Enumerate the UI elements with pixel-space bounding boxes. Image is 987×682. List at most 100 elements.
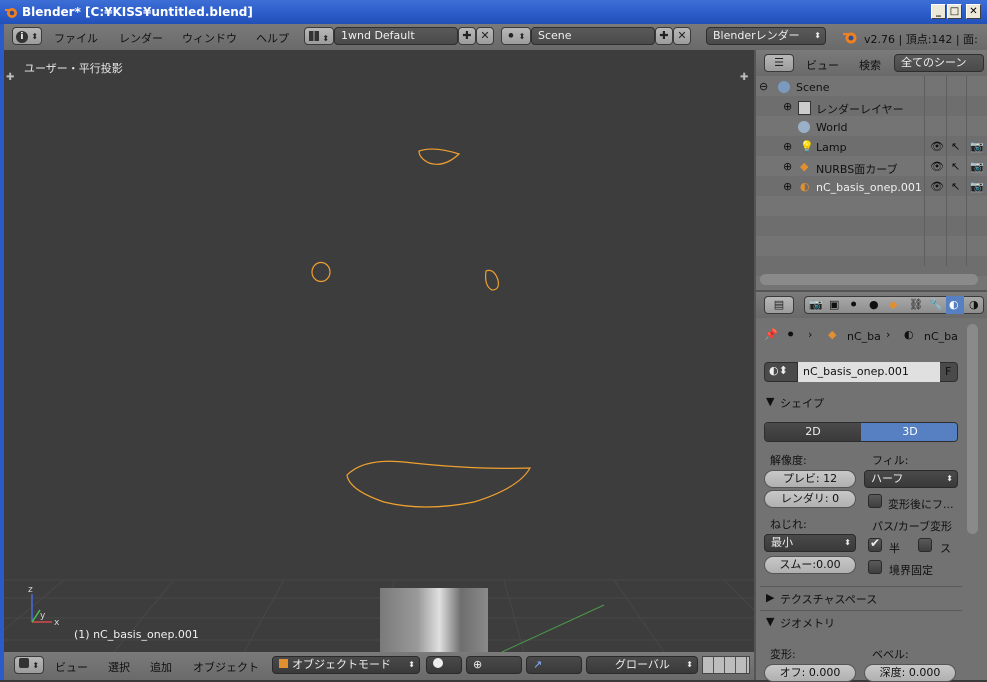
scene-name-field[interactable]: Scene xyxy=(531,27,655,45)
curve-left-eye[interactable] xyxy=(311,261,331,283)
scene-remove-button[interactable]: ✕ xyxy=(673,27,691,45)
twist-mode-select[interactable]: 最小 ⬍ xyxy=(764,534,856,552)
scene-browse-button[interactable]: ⚫ ⬍ xyxy=(501,27,531,45)
editor-type-button[interactable]: i ⬍ xyxy=(12,27,42,45)
3d-viewport[interactable]: z y x ✚ ✚ ユーザー・平行投影 (1) nC_basis_onep.00… xyxy=(4,50,754,652)
render-camera-icon[interactable]: 📷 xyxy=(970,140,984,153)
material-tab-icon[interactable]: ◑ xyxy=(969,298,979,311)
outliner-item-active-curve[interactable]: ⊕ ◐ nC_basis_onep.001 👁 ↖ 📷 xyxy=(756,178,987,198)
render-camera-icon[interactable]: 📷 xyxy=(970,180,984,193)
tab-3d[interactable]: 3D xyxy=(861,423,957,441)
properties-vertical-scrollbar[interactable] xyxy=(967,324,978,534)
minimize-button[interactable]: _ xyxy=(931,4,946,19)
smooth-field[interactable]: スムー:0.00 xyxy=(764,556,856,574)
expand-icon[interactable]: ⊕ xyxy=(783,140,792,153)
editor-type-button[interactable]: ☰ xyxy=(764,54,794,72)
selectable-cursor-icon[interactable]: ↖ xyxy=(951,180,960,193)
menu-view[interactable]: ビュー xyxy=(806,57,839,73)
fill-deform-checkbox[interactable] xyxy=(868,494,882,508)
layout-name-field[interactable]: 1wnd Default xyxy=(334,27,458,45)
object-tab-icon[interactable]: ◆ xyxy=(889,298,897,311)
outliner-item-scene[interactable]: ⊖ Scene xyxy=(756,78,987,98)
texture-space-panel-header[interactable]: ▶ テクスチャスペース xyxy=(760,588,960,610)
modifiers-tab-icon[interactable]: 🔧 xyxy=(929,298,943,311)
scene-add-button[interactable]: ✚ xyxy=(655,27,673,45)
visibility-eye-icon[interactable]: 👁 xyxy=(930,140,944,153)
fill-mode-select[interactable]: ハーフ ⬍ xyxy=(864,470,958,488)
menu-object[interactable]: オブジェクト xyxy=(193,659,259,675)
bounds-clamp-label: 境界固定 xyxy=(889,564,933,577)
layout-remove-button[interactable]: ✕ xyxy=(476,27,494,45)
manipulator-toggles[interactable]: ↗ xyxy=(526,656,582,674)
menu-help[interactable]: ヘルプ xyxy=(256,30,289,46)
dimensions-toggle[interactable]: 2D 3D xyxy=(764,422,958,442)
properties-editor[interactable]: ▤ 📷 ▣ ⚫ ● ◆ ⛓ 🔧 ◐ ◑ 📌 ⚫ › ◆ nC_ba › ◐ nC… xyxy=(756,292,987,682)
datablock-name[interactable]: nC_basis_onep.001 xyxy=(803,365,909,378)
layout-browse-button[interactable]: ⬍ xyxy=(304,27,334,45)
datablock-selector[interactable]: ◐⬍ nC_basis_onep.001 F xyxy=(764,362,958,382)
outliner-item-lamp[interactable]: ⊕ 💡 Lamp 👁 ↖ 📷 xyxy=(756,138,987,158)
menu-search[interactable]: 検索 xyxy=(859,57,881,73)
close-button[interactable]: ✕ xyxy=(966,4,981,19)
render-camera-icon[interactable]: 📷 xyxy=(970,160,984,173)
maximize-button[interactable]: □ xyxy=(947,4,962,19)
menu-file[interactable]: ファイル xyxy=(54,30,98,46)
render-resolution-field[interactable]: レンダリ: 0 xyxy=(764,490,856,508)
cylinder-mesh[interactable] xyxy=(380,588,488,652)
transform-orientation-select[interactable]: グローバル ⬍ xyxy=(586,656,698,674)
stretch-checkbox[interactable] xyxy=(918,538,932,552)
radius-checkbox[interactable]: ✔ xyxy=(868,536,882,552)
offset-field[interactable]: オフ: 0.000 xyxy=(764,664,856,682)
curve-eyebrow[interactable] xyxy=(418,148,461,165)
outliner-item-world[interactable]: World xyxy=(756,118,987,138)
visibility-eye-icon[interactable]: 👁 xyxy=(930,180,944,193)
toolshelf-toggle-icon[interactable]: ✚ xyxy=(6,72,14,83)
geometry-panel-header[interactable]: ▼ ジオメトリ xyxy=(760,612,960,634)
outliner-item-nurbs[interactable]: ⊕ ◆ NURBS面カーブ 👁 ↖ 📷 xyxy=(756,158,987,178)
render-tab-icon[interactable]: 📷 xyxy=(809,298,823,311)
grid-floor xyxy=(4,579,754,652)
world-tab-icon[interactable]: ● xyxy=(869,298,879,311)
menu-window[interactable]: ウィンドウ xyxy=(182,30,237,46)
bevel-depth-field[interactable]: 深度: 0.000 xyxy=(864,664,956,682)
fill-deform-label: 変形後にフ... xyxy=(888,498,954,511)
bounds-clamp-checkbox[interactable] xyxy=(868,560,882,574)
selectable-cursor-icon[interactable]: ↖ xyxy=(951,160,960,173)
layout-add-button[interactable]: ✚ xyxy=(458,27,476,45)
shading-select[interactable] xyxy=(426,656,462,674)
outliner-horizontal-scrollbar[interactable] xyxy=(760,274,978,285)
constraints-tab-icon[interactable]: ⛓ xyxy=(909,298,923,311)
scene-tab-icon[interactable]: ⚫ xyxy=(849,298,858,311)
fake-user-button[interactable]: F xyxy=(945,365,951,378)
expand-icon[interactable]: ⊕ xyxy=(783,160,792,173)
render-engine-select[interactable]: Blenderレンダー ⬍ xyxy=(706,27,826,45)
shape-panel-header[interactable]: ▼ シェイプ xyxy=(760,392,960,414)
editor-type-button[interactable]: ⬍ xyxy=(14,656,44,674)
menu-view[interactable]: ビュー xyxy=(55,659,88,675)
outliner[interactable]: ☰ ビュー 検索 全てのシーン ⊖ Scene ⊕ レンダーレイヤー World… xyxy=(756,50,987,290)
outliner-item-renderlayers[interactable]: ⊕ レンダーレイヤー xyxy=(756,98,987,118)
curve-mouth[interactable] xyxy=(346,460,532,508)
expand-icon[interactable]: ⊕ xyxy=(783,100,792,113)
mode-select[interactable]: オブジェクトモード ⬍ xyxy=(272,656,420,674)
collapse-icon[interactable]: ⊖ xyxy=(759,80,768,93)
curve-data-tab-icon[interactable]: ◐ xyxy=(949,298,959,311)
selectable-cursor-icon[interactable]: ↖ xyxy=(951,140,960,153)
menu-add[interactable]: 追加 xyxy=(150,659,172,675)
visibility-eye-icon[interactable]: 👁 xyxy=(930,160,944,173)
preview-resolution-field[interactable]: プレビ: 12 xyxy=(764,470,856,488)
layers-tab-icon[interactable]: ▣ xyxy=(829,298,839,311)
curve-right-eye[interactable] xyxy=(485,269,499,291)
menu-render[interactable]: レンダー xyxy=(119,30,163,46)
pin-icon[interactable]: 📌 xyxy=(764,328,778,341)
menu-select[interactable]: 選択 xyxy=(108,659,130,675)
layer-buttons[interactable] xyxy=(702,656,750,674)
properties-toggle-icon[interactable]: ✚ xyxy=(740,72,748,83)
tab-2d[interactable]: 2D xyxy=(765,423,861,441)
display-scope-select[interactable]: 全てのシーン xyxy=(894,54,984,72)
editor-type-button[interactable]: ▤ xyxy=(764,296,794,314)
viewport-canvas[interactable]: z y x xyxy=(4,50,754,652)
context-tabs[interactable]: 📷 ▣ ⚫ ● ◆ ⛓ 🔧 ◐ ◑ xyxy=(804,296,984,314)
expand-icon[interactable]: ⊕ xyxy=(783,180,792,193)
pivot-select[interactable]: ⊕ xyxy=(466,656,522,674)
